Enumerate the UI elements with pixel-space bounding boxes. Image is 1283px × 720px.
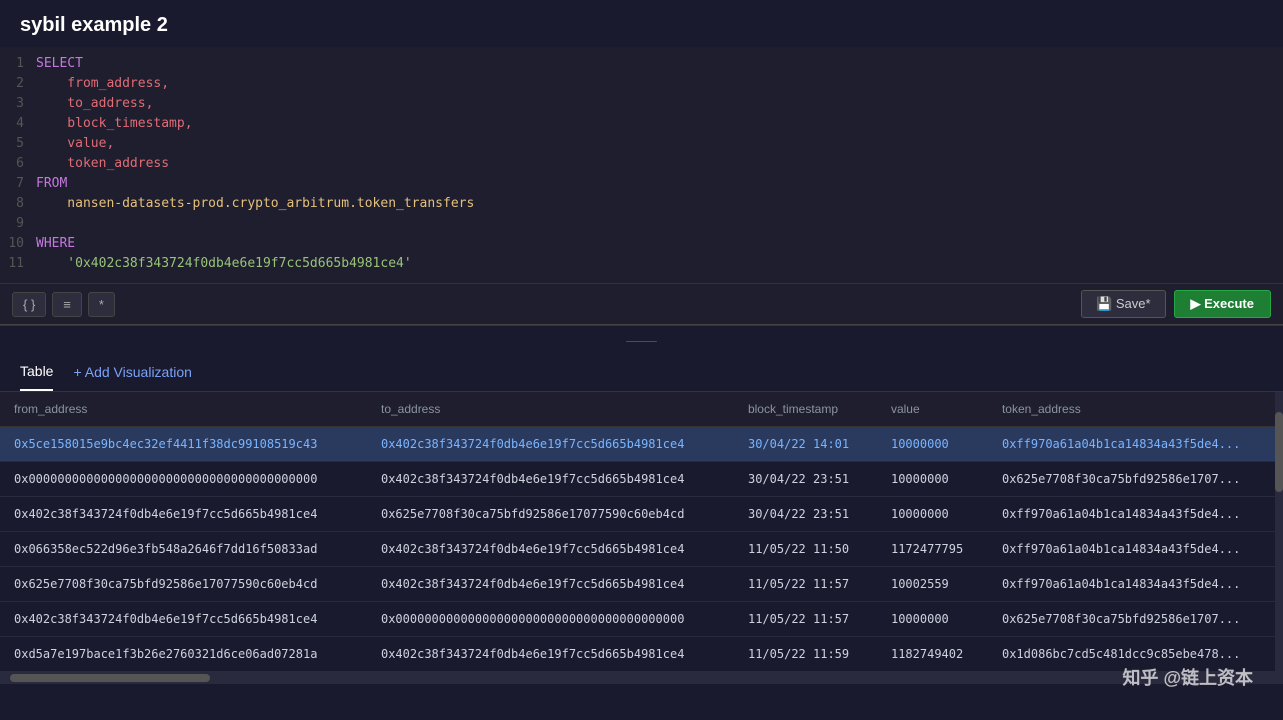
cell-value: 10000000 xyxy=(877,462,988,497)
save-button[interactable]: 💾 Save* xyxy=(1081,290,1166,318)
results-table: from_address to_address block_timestamp … xyxy=(0,392,1283,672)
table-row: 0x066358ec522d96e3fb548a2646f7dd16f50833… xyxy=(0,532,1283,567)
code-line-11: 11 '0x402c38f343724f0db4e6e19f7cc5d665b4… xyxy=(0,255,1283,275)
wildcard-button[interactable]: * xyxy=(88,292,115,317)
cell-block_timestamp: 30/04/22 23:51 xyxy=(734,497,877,532)
cell-to_address: 0x402c38f343724f0db4e6e19f7cc5d665b4981c… xyxy=(367,532,734,567)
cell-to_address: 0x402c38f343724f0db4e6e19f7cc5d665b4981c… xyxy=(367,567,734,602)
cell-block_timestamp: 11/05/22 11:57 xyxy=(734,567,877,602)
col-header-token-address: token_address xyxy=(988,392,1283,427)
cell-token_address: 0x1d086bc7cd5c481dcc9c85ebe478... xyxy=(988,637,1283,672)
tab-table[interactable]: Table xyxy=(20,353,53,391)
cell-block_timestamp: 11/05/22 11:59 xyxy=(734,637,877,672)
cell-to_address: 0x402c38f343724f0db4e6e19f7cc5d665b4981c… xyxy=(367,462,734,497)
format-list-button[interactable]: ≡ xyxy=(52,292,82,317)
code-editor[interactable]: 1 SELECT 2 from_address, 3 to_address, 4… xyxy=(0,47,1283,283)
code-line-1: 1 SELECT xyxy=(0,55,1283,75)
table-row: 0x5ce158015e9bc4ec32ef4411f38dc99108519c… xyxy=(0,427,1283,462)
cell-value: 1172477795 xyxy=(877,532,988,567)
cell-from_address: 0x5ce158015e9bc4ec32ef4411f38dc99108519c… xyxy=(0,427,367,462)
table-row: 0xd5a7e197bace1f3b26e2760321d6ce06ad0728… xyxy=(0,637,1283,672)
save-icon: 💾 xyxy=(1096,296,1112,311)
results-section: Table + Add Visualization from_address t… xyxy=(0,353,1283,684)
table-row: 0x00000000000000000000000000000000000000… xyxy=(0,462,1283,497)
cell-value: 10000000 xyxy=(877,602,988,637)
cell-value: 10000000 xyxy=(877,497,988,532)
cell-token_address: 0x625e7708f30ca75bfd92586e1707... xyxy=(988,462,1283,497)
cell-block_timestamp: 11/05/22 11:57 xyxy=(734,602,877,637)
cell-to_address: 0x00000000000000000000000000000000000000… xyxy=(367,602,734,637)
format-json-button[interactable]: { } xyxy=(12,292,46,317)
results-table-container: from_address to_address block_timestamp … xyxy=(0,392,1283,672)
cell-value: 1182749402 xyxy=(877,637,988,672)
cell-from_address: 0x402c38f343724f0db4e6e19f7cc5d665b4981c… xyxy=(0,497,367,532)
cell-value: 10002559 xyxy=(877,567,988,602)
cell-token_address: 0x625e7708f30ca75bfd92586e1707... xyxy=(988,602,1283,637)
horizontal-scrollbar[interactable] xyxy=(0,672,1283,684)
table-row: 0x625e7708f30ca75bfd92586e17077590c60eb4… xyxy=(0,567,1283,602)
cell-from_address: 0x402c38f343724f0db4e6e19f7cc5d665b4981c… xyxy=(0,602,367,637)
cell-block_timestamp: 30/04/22 14:01 xyxy=(734,427,877,462)
table-row: 0x402c38f343724f0db4e6e19f7cc5d665b4981c… xyxy=(0,497,1283,532)
cell-token_address: 0xff970a61a04b1ca14834a43f5de4... xyxy=(988,567,1283,602)
code-editor-section: 1 SELECT 2 from_address, 3 to_address, 4… xyxy=(0,47,1283,326)
execute-button[interactable]: ▶ Execute xyxy=(1174,290,1271,318)
add-visualization-button[interactable]: + Add Visualization xyxy=(73,364,191,380)
col-header-block-timestamp: block_timestamp xyxy=(734,392,877,427)
code-line-5: 5 value, xyxy=(0,135,1283,155)
cell-block_timestamp: 11/05/22 11:50 xyxy=(734,532,877,567)
cell-to_address: 0x402c38f343724f0db4e6e19f7cc5d665b4981c… xyxy=(367,637,734,672)
code-line-7: 7 FROM xyxy=(0,175,1283,195)
col-header-to-address: to_address xyxy=(367,392,734,427)
code-line-10: 10 WHERE xyxy=(0,235,1283,255)
cell-from_address: 0xd5a7e197bace1f3b26e2760321d6ce06ad0728… xyxy=(0,637,367,672)
cell-to_address: 0x402c38f343724f0db4e6e19f7cc5d665b4981c… xyxy=(367,427,734,462)
scrollbar-thumb xyxy=(1275,412,1283,492)
cell-to_address: 0x625e7708f30ca75bfd92586e17077590c60eb4… xyxy=(367,497,734,532)
toolbar-right: 💾 Save* ▶ Execute xyxy=(1081,290,1271,318)
cell-from_address: 0x066358ec522d96e3fb548a2646f7dd16f50833… xyxy=(0,532,367,567)
cell-from_address: 0x00000000000000000000000000000000000000… xyxy=(0,462,367,497)
code-line-9: 9 xyxy=(0,215,1283,235)
table-row: 0x402c38f343724f0db4e6e19f7cc5d665b4981c… xyxy=(0,602,1283,637)
tabs-bar: Table + Add Visualization xyxy=(0,353,1283,392)
cell-block_timestamp: 30/04/22 23:51 xyxy=(734,462,877,497)
table-header-row: from_address to_address block_timestamp … xyxy=(0,392,1283,427)
code-line-8: 8 nansen-datasets-prod.crypto_arbitrum.t… xyxy=(0,195,1283,215)
editor-toolbar: { } ≡ * 💾 Save* ▶ Execute xyxy=(0,283,1283,325)
page-title: sybil example 2 xyxy=(0,0,1283,47)
cell-from_address: 0x625e7708f30ca75bfd92586e17077590c60eb4… xyxy=(0,567,367,602)
code-line-3: 3 to_address, xyxy=(0,95,1283,115)
cell-token_address: 0xff970a61a04b1ca14834a43f5de4... xyxy=(988,497,1283,532)
col-header-from-address: from_address xyxy=(0,392,367,427)
col-header-value: value xyxy=(877,392,988,427)
vertical-scrollbar[interactable] xyxy=(1275,392,1283,672)
code-line-2: 2 from_address, xyxy=(0,75,1283,95)
code-line-4: 4 block_timestamp, xyxy=(0,115,1283,135)
cell-value: 10000000 xyxy=(877,427,988,462)
horizontal-scrollbar-thumb xyxy=(10,674,210,682)
code-line-6: 6 token_address xyxy=(0,155,1283,175)
cell-token_address: 0xff970a61a04b1ca14834a43f5de4... xyxy=(988,532,1283,567)
resize-handle[interactable]: ⸻ xyxy=(0,326,1283,353)
cell-token_address: 0xff970a61a04b1ca14834a43f5de4... xyxy=(988,427,1283,462)
